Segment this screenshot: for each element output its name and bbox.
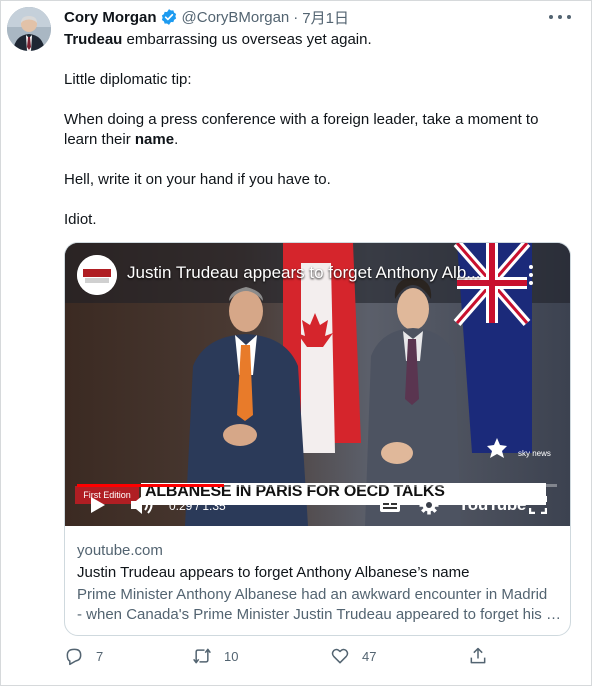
video-menu-icon[interactable] bbox=[528, 265, 534, 285]
video-player[interactable]: Justin Trudeau appears to forget Anthony… bbox=[65, 243, 570, 526]
retweet-button[interactable]: 10 bbox=[192, 646, 238, 666]
tweet-date[interactable]: 7月1日 bbox=[302, 7, 349, 28]
player-controls: 0:29 / 1:35 YouTube bbox=[65, 491, 570, 521]
fullscreen-icon[interactable] bbox=[529, 496, 547, 514]
author-handle[interactable]: @CoryBMorgan bbox=[182, 9, 290, 26]
avatar[interactable] bbox=[7, 7, 51, 51]
share-button[interactable] bbox=[468, 646, 488, 666]
tweet-line-1-rest: embarrassing us overseas yet again. bbox=[122, 31, 372, 48]
tweet-text: Trudeau embarrassing us overseas yet aga… bbox=[64, 30, 564, 230]
video-time: 0:29 / 1:35 bbox=[169, 499, 226, 513]
progress-bar[interactable] bbox=[77, 484, 557, 487]
retweet-count: 10 bbox=[224, 648, 239, 664]
tweet-para-2: Little diplomatic tip: bbox=[64, 71, 192, 88]
card-domain: youtube.com bbox=[77, 542, 163, 559]
card-title: Justin Trudeau appears to forget Anthony… bbox=[77, 564, 470, 581]
sky-news-logo-icon bbox=[77, 255, 117, 295]
avatar-image bbox=[7, 7, 51, 51]
play-icon[interactable] bbox=[89, 495, 107, 515]
video-title[interactable]: Justin Trudeau appears to forget Anthony… bbox=[127, 263, 480, 283]
sky-news-watermark: sky news bbox=[518, 449, 551, 458]
reply-icon bbox=[66, 648, 82, 666]
volume-icon[interactable] bbox=[129, 494, 153, 516]
youtube-logo[interactable]: YouTube bbox=[458, 495, 526, 515]
tweet-para-3-end: . bbox=[174, 131, 179, 148]
tweet-para-5: Idiot. bbox=[64, 211, 97, 228]
share-icon bbox=[470, 647, 486, 664]
progress-fill bbox=[77, 484, 225, 487]
card-info[interactable]: youtube.com Justin Trudeau appears to fo… bbox=[77, 541, 562, 625]
tweet-para-3-bold: name bbox=[134, 131, 175, 148]
more-options-icon[interactable] bbox=[549, 8, 571, 26]
heart-icon bbox=[331, 648, 349, 664]
settings-gear-icon[interactable] bbox=[419, 495, 439, 515]
tweet-para-3: When doing a press conference with a for… bbox=[64, 110, 564, 150]
tweet-para-4: Hell, write it on your hand if you have … bbox=[64, 171, 331, 188]
reply-count: 7 bbox=[96, 648, 104, 664]
verified-badge-icon bbox=[161, 9, 176, 25]
reply-button[interactable]: 7 bbox=[64, 646, 103, 666]
like-button[interactable]: 47 bbox=[330, 646, 376, 666]
sky-news-channel-icon[interactable] bbox=[77, 255, 117, 295]
tweet-actions: 7 10 47 bbox=[64, 646, 504, 672]
card-description-line-2: - when Canada's Prime Minister Justin Tr… bbox=[77, 606, 561, 623]
captions-icon[interactable] bbox=[379, 497, 401, 513]
separator-dot: · bbox=[293, 8, 299, 26]
tweet-bold-trudeau: Trudeau bbox=[64, 31, 123, 48]
like-count: 47 bbox=[362, 648, 377, 664]
card-description-line-1: Prime Minister Anthony Albanese had an a… bbox=[77, 586, 548, 603]
tweet-line-1: Trudeau embarrassing us overseas yet aga… bbox=[64, 30, 564, 50]
retweet-icon bbox=[193, 648, 211, 664]
tweet-header: Cory Morgan @CoryBMorgan · 7月1日 bbox=[64, 7, 349, 27]
author-name[interactable]: Cory Morgan bbox=[64, 9, 157, 26]
link-card[interactable]: Justin Trudeau appears to forget Anthony… bbox=[64, 242, 571, 636]
